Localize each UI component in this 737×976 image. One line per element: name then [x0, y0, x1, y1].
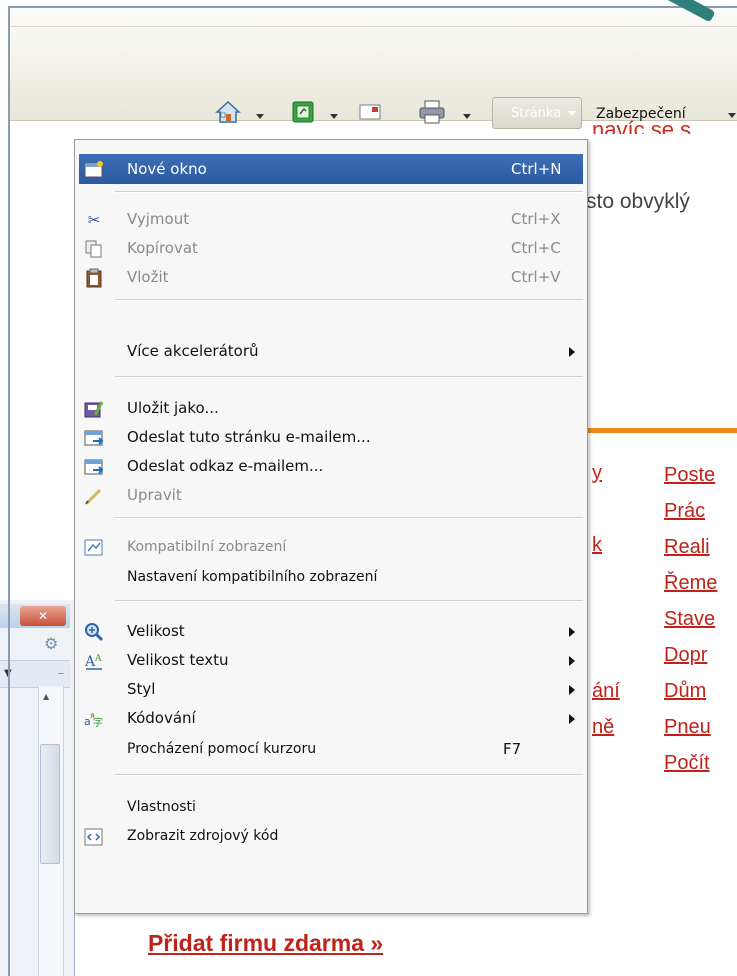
menu-separator [115, 376, 583, 378]
email-page-icon [83, 427, 105, 449]
page-heading-fragment[interactable]: navíc se s [592, 118, 691, 134]
add-company-link[interactable]: Přidat firmu zdarma » [148, 930, 383, 957]
category-link[interactable]: Počít [664, 752, 710, 775]
category-link-fragment[interactable]: k [592, 534, 602, 557]
menu-item-label: Kopírovat [127, 239, 198, 257]
menu-item-compatibility-settings[interactable]: Nastavení kompatibilního zobrazení [79, 562, 583, 592]
new-window-icon [83, 159, 105, 181]
paste-icon [83, 267, 105, 289]
zoom-icon [83, 621, 105, 643]
menu-item-paste[interactable]: Vložit Ctrl+V [79, 262, 583, 292]
menu-separator [115, 299, 583, 301]
category-link-fragment[interactable]: ně [592, 716, 614, 739]
submenu-arrow-icon [569, 347, 575, 357]
text-size-icon: AA [83, 650, 105, 672]
menu-item-label: Uložit jako... [127, 399, 219, 417]
home-dropdown-icon[interactable] [256, 114, 264, 119]
page-menu-label: Stránka [511, 105, 562, 121]
cut-icon: ✂ [87, 211, 101, 229]
svg-text:A: A [94, 654, 102, 664]
menu-item-zoom[interactable]: Velikost [79, 616, 583, 646]
submenu-arrow-icon [569, 656, 575, 666]
submenu-arrow-icon [569, 627, 575, 637]
menu-item-edit[interactable]: Upravit [79, 480, 583, 510]
category-link[interactable]: Dům [664, 680, 706, 703]
menu-item-label: Zobrazit zdrojový kód [127, 828, 279, 844]
category-link[interactable]: Dopr [664, 644, 707, 667]
print-dropdown-icon[interactable] [463, 114, 471, 119]
save-as-icon [83, 398, 105, 420]
email-link-icon [83, 456, 105, 478]
category-link[interactable]: Reali [664, 536, 710, 559]
menu-item-label: Velikost textu [127, 651, 229, 669]
menu-separator [115, 774, 583, 776]
menu-item-new-window[interactable]: Nové okno Ctrl+N [79, 154, 583, 184]
menu-item-shortcut: Ctrl+N [511, 160, 562, 178]
menu-item-shortcut: Ctrl+X [511, 210, 561, 228]
category-link[interactable]: Stave [664, 608, 715, 631]
menu-item-properties[interactable]: Vlastnosti [79, 792, 583, 822]
menu-item-label: Upravit [127, 486, 182, 504]
menu-item-label: Odeslat tuto stránku e-mailem... [127, 428, 371, 446]
menu-item-email-link[interactable]: Odeslat odkaz e-mailem... [79, 451, 583, 481]
category-link-fragment[interactable]: ání [592, 680, 620, 703]
svg-text:字: 字 [93, 716, 103, 729]
feeds-dropdown-icon[interactable] [330, 114, 338, 119]
menu-item-email-page[interactable]: Odeslat tuto stránku e-mailem... [79, 422, 583, 452]
menu-item-save-as[interactable]: Uložit jako... [79, 393, 583, 423]
menu-item-encoding[interactable]: aя字 Kódování [79, 703, 583, 733]
menu-item-view-source[interactable]: Zobrazit zdrojový kód [79, 821, 583, 851]
menu-item-label: Procházení pomocí kurzoru [127, 741, 317, 757]
category-link[interactable]: Prác [664, 500, 705, 523]
feeds-icon[interactable] [290, 99, 316, 125]
mail-icon[interactable] [358, 100, 382, 124]
menu-item-shortcut: Ctrl+C [511, 239, 561, 257]
copy-icon [83, 238, 105, 260]
category-link[interactable]: Poste [664, 464, 715, 487]
compatibility-view-icon [83, 537, 105, 559]
home-icon[interactable] [213, 97, 243, 127]
menu-item-compatibility-view[interactable]: Kompatibilní zobrazení [79, 532, 583, 562]
menu-separator [115, 600, 583, 602]
menu-item-label: Vložit [127, 268, 169, 286]
menu-item-label: Velikost [127, 622, 185, 640]
menu-separator [115, 191, 583, 193]
menu-item-caret-browsing[interactable]: Procházení pomocí kurzoru F7 [79, 734, 583, 764]
edit-pencil-icon [83, 485, 105, 507]
menu-item-shortcut: F7 [503, 740, 522, 758]
menu-item-label: Nové okno [127, 160, 207, 178]
menu-item-label: Kompatibilní zobrazení [127, 539, 287, 555]
menu-item-label: Vyjmout [127, 210, 190, 228]
menu-item-label: Nastavení kompatibilního zobrazení [127, 569, 378, 585]
category-link-fragment[interactable]: y [592, 462, 602, 485]
submenu-arrow-icon [569, 714, 575, 724]
menu-item-label: Kódování [127, 709, 196, 727]
submenu-arrow-icon [569, 685, 575, 695]
menu-item-text-size[interactable]: AA Velikost textu [79, 645, 583, 675]
encoding-icon: aя字 [83, 708, 105, 730]
chevron-down-icon[interactable] [728, 113, 736, 118]
menu-item-more-accelerators[interactable]: Více akcelerátorů [79, 336, 583, 366]
print-icon[interactable] [417, 98, 447, 126]
menu-item-shortcut: Ctrl+V [511, 268, 561, 286]
category-link[interactable]: Řeme [664, 572, 717, 595]
page-dropdown-menu: Nové okno Ctrl+N ✂ Vyjmout Ctrl+X Kopíro… [74, 139, 588, 914]
category-link[interactable]: Pneu [664, 716, 711, 739]
menu-separator [115, 517, 583, 519]
view-source-icon [83, 826, 105, 848]
menu-item-label: Odeslat odkaz e-mailem... [127, 457, 324, 475]
page-menu-button[interactable]: Stránka [492, 97, 582, 129]
orange-divider [586, 428, 737, 433]
menu-item-label: Více akcelerátorů [127, 342, 259, 360]
page-text-fragment: sto obvyklý [586, 190, 690, 213]
menu-item-style[interactable]: Styl [79, 674, 583, 704]
menu-item-cut[interactable]: ✂ Vyjmout Ctrl+X [79, 204, 583, 234]
menu-item-copy[interactable]: Kopírovat Ctrl+C [79, 233, 583, 263]
menu-item-label: Styl [127, 680, 156, 698]
menu-item-label: Vlastnosti [127, 799, 196, 815]
chevron-down-icon [568, 111, 576, 116]
